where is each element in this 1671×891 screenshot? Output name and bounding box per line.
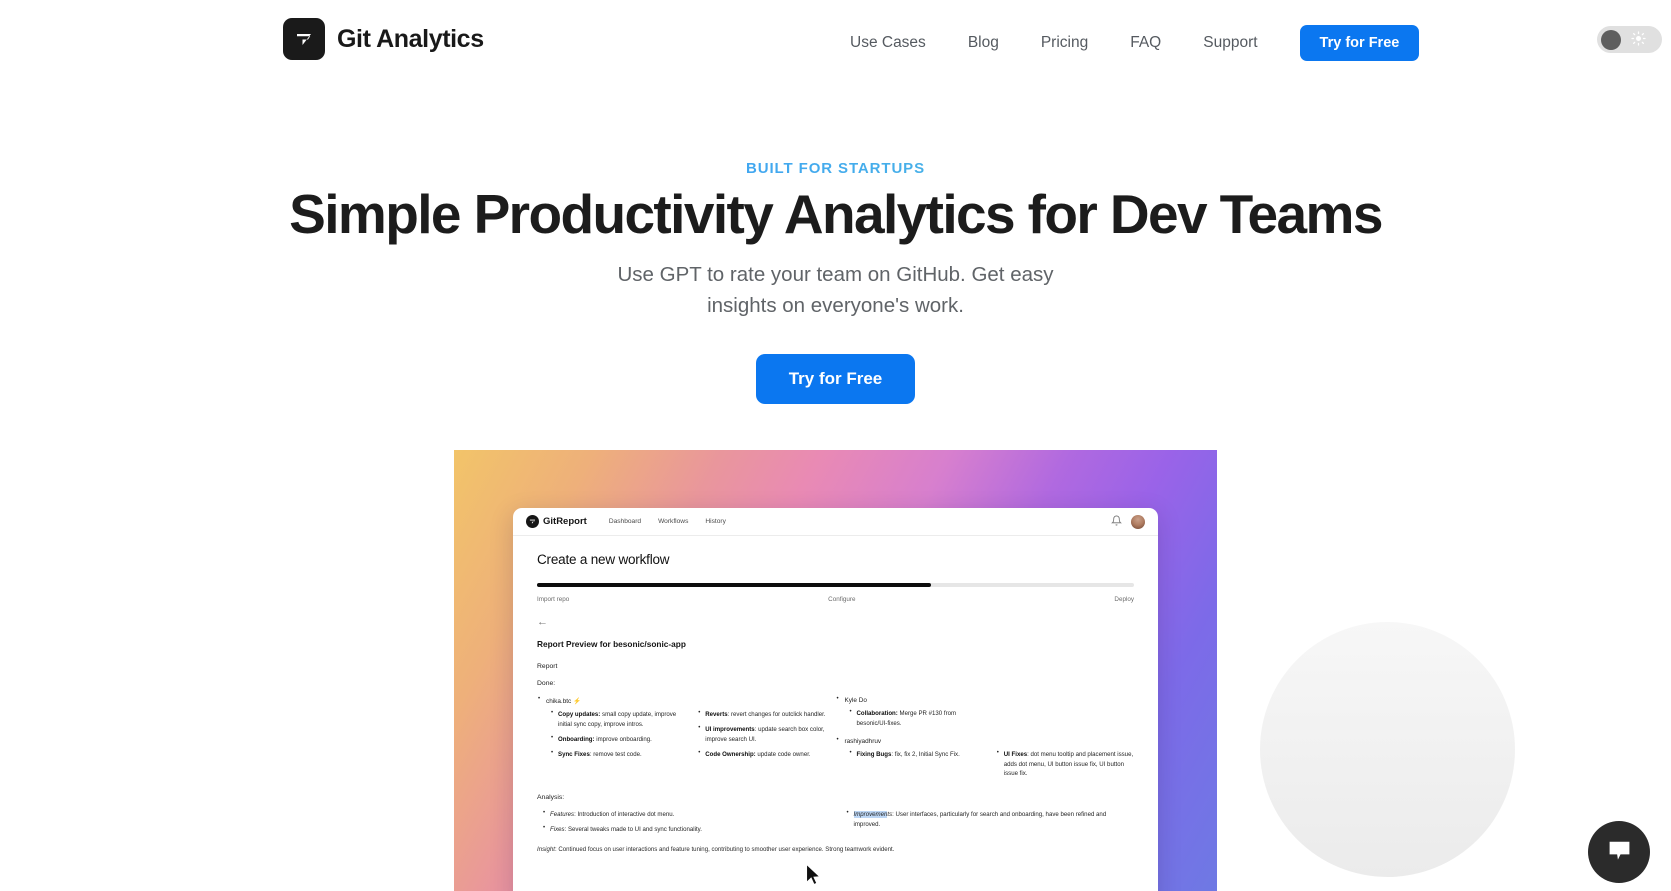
mouse-cursor-icon — [805, 862, 822, 891]
bullet-column-b: UI Fixes: dot menu tooltip and placement… — [997, 749, 1134, 785]
toggle-knob — [1601, 29, 1621, 50]
bullet-column-a: Fixing Bugs: fix, fix 2, Initial Sync Fi… — [850, 749, 987, 785]
step-import-repo: Import repo — [537, 596, 570, 603]
nav-link-support[interactable]: Support — [1182, 26, 1278, 60]
mockup-body: Create a new workflow Import repo Config… — [513, 536, 1158, 855]
author-name: Kyle Do — [836, 696, 1135, 704]
report-preview-title: Report Preview for besonic/sonic-app — [537, 639, 686, 649]
chat-bubble-icon — [1606, 837, 1633, 867]
author-bullets: Collaboration: Merge PR #130 from besoni… — [836, 708, 1135, 734]
gitreport-logo-text: GitReport — [543, 516, 587, 527]
main-navigation: Use Cases Blog Pricing FAQ Support Try f… — [829, 25, 1420, 61]
workflow-steps: Import repo Configure Deploy — [537, 596, 1134, 603]
bullet-column-b — [997, 709, 1134, 734]
hero-try-for-free-button[interactable]: Try for Free — [755, 354, 916, 404]
author-name: chika.btc ⚡ — [537, 696, 836, 705]
gitreport-logo-icon — [526, 515, 539, 528]
mockup-nav-history[interactable]: History — [705, 518, 726, 525]
list-item: Collaboration: Merge PR #130 from besoni… — [850, 708, 987, 729]
list-item: Fixes: Several tweaks made to UI and syn… — [543, 824, 831, 835]
list-item: Onboarding: improve onboarding. — [551, 734, 688, 745]
hero-eyebrow: BUILT FOR STARTUPS — [0, 160, 1671, 177]
hero-subheadline-line1: Use GPT to rate your team on GitHub. Get… — [617, 263, 1054, 286]
bullet-column-a: Copy updates: small copy update, improve… — [551, 709, 688, 764]
workflow-progress-bar — [537, 583, 1134, 587]
author-block-kyle: Kyle Do Collaboration: Merge PR #130 fro… — [836, 696, 1135, 785]
back-arrow-icon[interactable]: ← — [537, 617, 1134, 628]
mockup-page-title: Create a new workflow — [537, 552, 670, 567]
list-item-selected: Improvements: User interfaces, particula… — [847, 809, 1135, 830]
mockup-topbar-right — [1111, 508, 1145, 536]
list-item: Features: Introduction of interactive do… — [543, 809, 831, 820]
author-name: rashiyadhruv — [836, 737, 1135, 745]
insight-text: Insight: Continued focus on user interac… — [537, 846, 895, 854]
author-block-chika: chika.btc ⚡ Copy updates: small copy upd… — [537, 696, 836, 784]
list-item: Reverts: revert changes for outclick han… — [698, 709, 835, 720]
mockup-navigation: Dashboard Workflows History — [609, 518, 726, 525]
list-item: Copy updates: small copy update, improve… — [551, 709, 688, 730]
nav-link-faq[interactable]: FAQ — [1109, 26, 1182, 60]
brand-logo[interactable]: Git Analytics — [283, 18, 484, 60]
step-deploy: Deploy — [1114, 596, 1134, 603]
author-bullets: Fixing Bugs: fix, fix 2, Initial Sync Fi… — [836, 749, 1135, 785]
analysis-label: Analysis: — [537, 794, 565, 802]
decorative-circle — [1260, 622, 1515, 877]
hero-subheadline-line2: insights on everyone's work. — [707, 293, 964, 317]
chat-widget-button[interactable] — [1588, 821, 1650, 883]
app-screenshot-mockup: GitReport Dashboard Workflows History Cr… — [513, 508, 1158, 891]
author-bullets: Copy updates: small copy update, improve… — [537, 709, 836, 764]
nav-link-blog[interactable]: Blog — [947, 26, 1020, 60]
list-item: Fixing Bugs: fix, fix 2, Initial Sync Fi… — [850, 749, 987, 760]
done-label: Done: — [537, 680, 556, 687]
hero-gradient-backdrop: GitReport Dashboard Workflows History Cr… — [454, 450, 1217, 891]
list-item: Code Ownership: update code owner. — [698, 749, 835, 760]
report-label: Report — [537, 663, 558, 670]
list-item: Sync Fixes: remove test code. — [551, 749, 688, 760]
sun-icon — [1631, 30, 1646, 49]
step-configure: Configure — [828, 596, 856, 603]
hero-headline: Simple Productivity Analytics for Dev Te… — [289, 183, 1383, 245]
analysis-column-right: Improvements: User interfaces, particula… — [847, 809, 1135, 840]
mockup-nav-dashboard[interactable]: Dashboard — [609, 518, 641, 525]
hero-cta-container: Try for Free — [0, 354, 1671, 404]
author-row: chika.btc ⚡ Copy updates: small copy upd… — [537, 696, 1135, 785]
notification-bell-icon[interactable] — [1111, 513, 1122, 531]
user-avatar[interactable] — [1131, 515, 1145, 529]
list-item: UI Fixes: dot menu tooltip and placement… — [997, 749, 1134, 780]
brand-name: Git Analytics — [337, 24, 484, 53]
mockup-topbar: GitReport Dashboard Workflows History — [513, 508, 1158, 536]
workflow-progress-fill — [537, 583, 932, 587]
nav-link-use-cases[interactable]: Use Cases — [829, 26, 947, 60]
nav-link-pricing[interactable]: Pricing — [1020, 26, 1109, 60]
analysis-column-left: Features: Introduction of interactive do… — [543, 809, 831, 840]
analysis-grid: Features: Introduction of interactive do… — [537, 809, 1135, 840]
bullet-column-b: Reverts: revert changes for outclick han… — [698, 709, 835, 764]
bullet-column-a: Collaboration: Merge PR #130 from besoni… — [850, 708, 987, 734]
mockup-nav-workflows[interactable]: Workflows — [658, 518, 688, 525]
text-selection-highlight: Improvemen — [853, 811, 888, 819]
git-analytics-logo-icon — [283, 18, 325, 60]
site-header: Git Analytics Use Cases Blog Pricing FAQ… — [0, 0, 1671, 79]
header-try-for-free-button[interactable]: Try for Free — [1299, 25, 1420, 61]
list-item: UI improvements: update search box color… — [698, 724, 835, 745]
hero-subheadline: Use GPT to rate your team on GitHub. Get… — [0, 260, 1671, 322]
theme-mode-toggle[interactable] — [1597, 26, 1662, 53]
